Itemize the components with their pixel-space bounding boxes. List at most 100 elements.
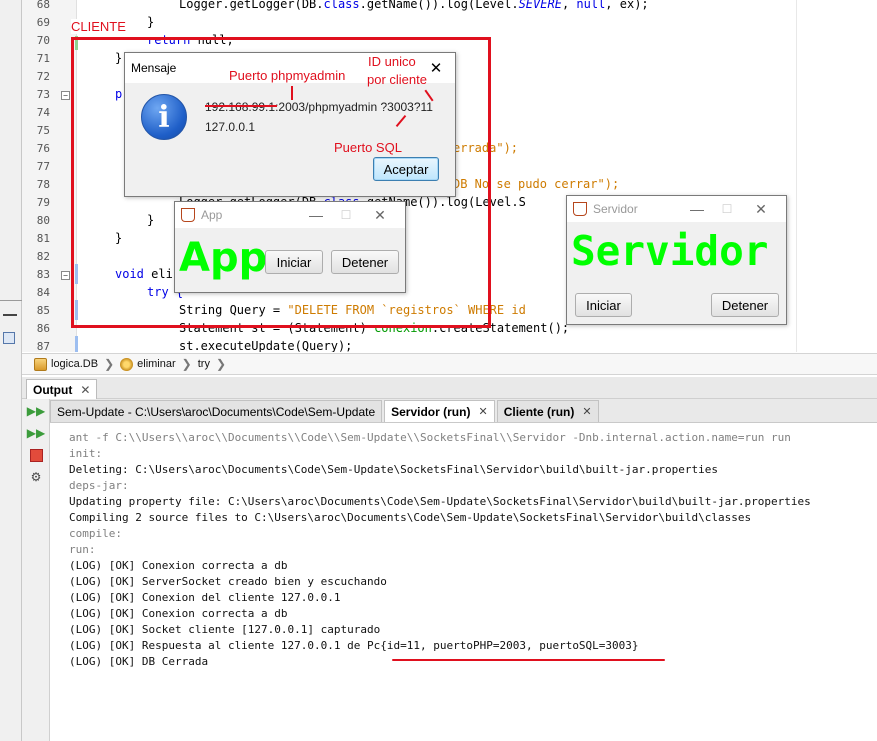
line-number: 87 [36,340,50,353]
annotation-id-unico: ID unico [368,54,416,69]
settings-icon[interactable]: ⚙ [28,469,44,485]
line-number: 81 [36,232,50,245]
tab-sem-update[interactable]: Sem-Update - C:\Users\aroc\Documents\Cod… [50,400,383,422]
console-line: (LOG) [OK] Socket cliente [127.0.0.1] ca… [69,623,381,636]
breadcrumb-label: logica.DB [51,358,99,370]
console-line: run: [69,543,96,556]
app-window: App — ☐ ✕ App Iniciar Detener [174,201,406,293]
tab-output[interactable]: Output ✕ [26,379,98,399]
annotation-cliente: CLIENTE [71,19,128,34]
output-tabbar: Output ✕ [22,377,877,399]
line-number: 74 [36,106,50,119]
console-line: Compiling 2 source files to C:\Users\aro… [69,511,752,524]
breadcrumb-item-try[interactable]: try ❯ [198,357,226,371]
breadcrumb-label: eliminar [137,358,176,370]
tab-cliente-run[interactable]: Cliente (run) ✕ [496,400,599,422]
close-icon[interactable]: ✕ [582,405,591,418]
tab-label: Servidor (run) [391,404,471,419]
console-line: (LOG) [OK] Respuesta al cliente 127.0.0.… [69,639,639,652]
line-number: 78 [36,178,50,191]
line-number: 80 [36,214,50,227]
java-cup-icon [573,202,587,216]
fold-collapse-icon[interactable]: − [61,271,70,280]
annotation-underline [392,659,665,661]
breadcrumb-label: try [197,358,210,370]
detener-button[interactable]: Detener [331,250,399,274]
annotation-pointer [291,86,293,100]
console-line: init: [69,447,103,460]
console-line: ant -f C:\\Users\\aroc\\Documents\\Code\… [69,431,791,444]
console-line: deps-jar: [69,479,129,492]
close-icon[interactable]: ✕ [746,194,776,224]
stop-icon[interactable] [28,447,44,463]
console-line: (LOG) [OK] Conexion correcta a db [69,559,288,572]
annotation-por-cliente: por cliente [367,72,427,87]
code-line-68: Logger.getLogger(DB.class.getName()).log… [179,0,649,11]
line-number: 75 [36,124,50,137]
aceptar-button[interactable]: Aceptar [373,157,439,181]
tab-label: Output [33,382,73,397]
annotation-strike [205,105,277,107]
tab-label: Sem-Update - C:\Users\aroc\Documents\Cod… [57,404,376,419]
line-number: 84 [36,286,50,299]
app-titlebar[interactable]: App — ☐ ✕ [175,202,405,228]
iniciar-button[interactable]: Iniciar [575,293,632,317]
servidor-big-label: Servidor [571,227,769,275]
console-line: (LOG) [OK] Conexion correcta a db [69,607,288,620]
console-line: (LOG) [OK] DB Cerrada [69,655,209,668]
output-console[interactable]: ant -f C:\\Users\\aroc\\Documents\\Code\… [50,424,877,741]
breadcrumb-item-method[interactable]: eliminar ❯ [120,357,192,371]
rerun-icon[interactable]: ▶▶ [27,403,45,419]
line-number: 72 [36,70,50,83]
close-icon[interactable]: ✕ [80,383,90,397]
breadcrumb: logica.DB ❯ eliminar ❯ try ❯ [22,353,877,375]
annotation-puerto-sql: Puerto SQL [334,140,402,155]
line-number: 68 [36,0,50,11]
strip-divider [0,300,22,301]
output-toolbar: ▶▶ ▶▶ ⚙ [22,399,50,741]
maximize-icon: ☐ [721,202,733,216]
info-icon: i [141,94,187,140]
close-icon[interactable]: ✕ [365,200,395,230]
minimize-icon[interactable]: — [301,200,331,230]
line-number: 70 [36,34,50,47]
line-number: 76 [36,142,50,155]
class-icon [34,357,47,371]
fold-collapse-icon[interactable]: − [61,91,70,100]
dialog-title: Mensaje [131,61,177,75]
right-margin-line [796,0,797,352]
window-title: App [201,208,223,222]
tab-servidor-run[interactable]: Servidor (run) ✕ [384,400,495,422]
method-icon [120,357,134,371]
line-number: 69 [36,16,50,29]
console-line: (LOG) [OK] Conexion del cliente 127.0.0.… [69,591,341,604]
line-number: 77 [36,160,50,173]
close-icon[interactable]: ✕ [478,405,487,418]
console-line: (LOG) [OK] ServerSocket creado bien y es… [69,575,387,588]
message-line-2: 127.0.0.1 [205,120,256,134]
line-number: 71 [36,52,50,65]
output-subtabs: Sem-Update - C:\Users\aroc\Documents\Cod… [50,399,877,423]
java-cup-icon [181,208,195,222]
line-number: 73 [36,88,50,101]
tab-label: Cliente (run) [503,404,575,419]
message-line-1: 192.168.99.1:2003/phpmyadmin ?3003?11 [205,100,433,114]
console-line: compile: [69,527,122,540]
detener-button[interactable]: Detener [711,293,779,317]
iniciar-button[interactable]: Iniciar [265,250,323,274]
window-icon[interactable] [3,332,15,344]
minimize-icon[interactable]: — [682,194,712,224]
annotation-puerto-phpmyadmin: Puerto phpmyadmin [229,68,346,83]
breadcrumb-item-class[interactable]: logica.DB ❯ [34,357,114,371]
line-number: 85 [36,304,50,317]
servidor-window: Servidor — ☐ ✕ Servidor Iniciar Detener [566,195,787,325]
console-line: Updating property file: C:\Users\aroc\Do… [69,495,811,508]
ide-left-strip [0,0,22,741]
line-number: 82 [36,250,50,263]
servidor-titlebar[interactable]: Servidor — ☐ ✕ [567,196,786,222]
minimize-icon[interactable] [3,314,17,316]
line-number: 83 [36,268,50,281]
window-title: Servidor [593,202,638,216]
maximize-icon: ☐ [340,208,352,222]
rerun-with-params-icon[interactable]: ▶▶ [27,425,45,441]
